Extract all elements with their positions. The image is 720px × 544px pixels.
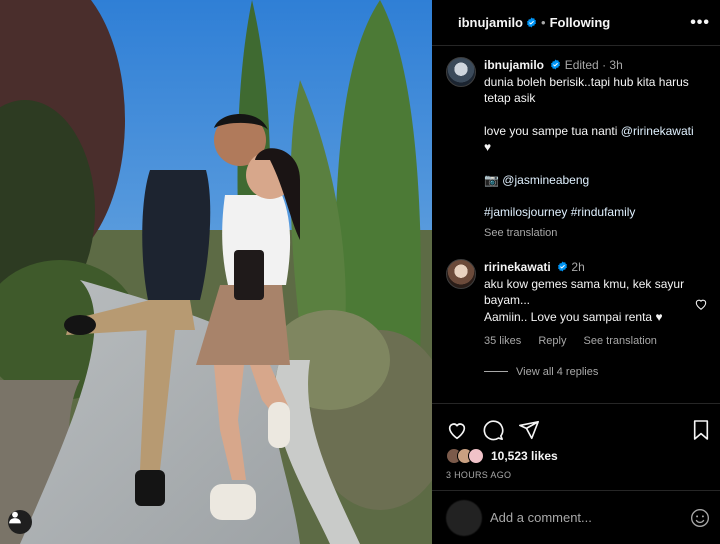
comment-likes[interactable]: 35 likes — [484, 335, 521, 347]
hashtags[interactable]: #jamilosjourney #rindufamily — [484, 205, 635, 219]
bookmark-icon[interactable] — [692, 419, 710, 441]
heart-emoji: ♥ — [655, 309, 663, 324]
photo-credit-link[interactable]: @jasmineabeng — [502, 173, 589, 187]
comment-time: 2h — [571, 260, 585, 274]
person-icon — [9, 511, 21, 524]
caption-line-1: dunia boleh berisik..tapi hub kita harus… — [484, 74, 689, 106]
liker-avatars[interactable] — [446, 448, 484, 464]
comment-username[interactable]: ririnekawati — [484, 260, 551, 274]
caption-line-2: love you sampe tua nanti — [484, 123, 618, 138]
avatar[interactable] — [446, 57, 476, 87]
avatar[interactable] — [446, 259, 476, 289]
comment-composer: Add a comment... — [432, 490, 720, 544]
caption-username[interactable]: ibnujamilo — [484, 58, 544, 72]
share-paper-plane-icon[interactable] — [518, 419, 540, 441]
comment-item: ririnekawati 2h aku kow gemes sama kmu, … — [432, 241, 720, 350]
caption-edited-label: Edited — [564, 58, 599, 72]
add-comment-input[interactable]: Add a comment... — [490, 510, 592, 525]
caption-time: 3h — [609, 58, 623, 72]
header-username[interactable]: ibnujamilo — [458, 15, 523, 30]
mention-link[interactable]: @ririnekawati — [621, 124, 694, 138]
comment-line-1: aku kow gemes sama kmu, kek sayur bayam.… — [484, 276, 685, 308]
view-replies-button[interactable]: View all 4 replies — [432, 366, 720, 378]
verified-badge-icon — [557, 261, 568, 272]
comment-bubble-icon[interactable] — [482, 419, 504, 441]
verified-badge-icon — [526, 17, 537, 28]
post-timestamp: 3 HOURS AGO — [446, 470, 512, 480]
following-button[interactable]: Following — [550, 15, 611, 30]
reply-button[interactable]: Reply — [538, 335, 566, 347]
verified-badge-icon — [550, 59, 561, 70]
like-heart-icon[interactable] — [446, 419, 468, 441]
current-user-avatar — [446, 499, 482, 536]
post-photo[interactable] — [0, 0, 432, 544]
see-translation-link[interactable]: See translation — [484, 227, 557, 239]
caption: ibnujamilo Edited · 3h dunia boleh beris… — [432, 47, 720, 241]
comment-line-2: Aamiin.. Love you sampai renta — [484, 309, 653, 324]
likes-row: 10,523 likes — [432, 444, 720, 468]
camera-emoji-icon: 📷 — [484, 172, 499, 187]
post-side-panel: ibnujamilo • Following ••• ibnujamilo Ed… — [432, 0, 720, 544]
tagged-users-button[interactable] — [8, 510, 32, 534]
likes-count[interactable]: 10,523 likes — [491, 449, 558, 463]
emoji-picker-icon[interactable] — [690, 508, 710, 528]
see-translation-link[interactable]: See translation — [584, 335, 657, 347]
header-separator: • — [541, 15, 546, 30]
heart-emoji: ♥ — [484, 140, 492, 154]
post-header: ibnujamilo • Following ••• — [432, 0, 720, 46]
like-comment-heart-icon[interactable] — [694, 297, 708, 316]
photo-scene — [0, 0, 432, 544]
comments-list: ibnujamilo Edited · 3h dunia boleh beris… — [432, 47, 720, 402]
more-options-icon[interactable]: ••• — [690, 14, 710, 32]
post-actions: 10,523 likes 3 HOURS AGO — [432, 403, 720, 482]
